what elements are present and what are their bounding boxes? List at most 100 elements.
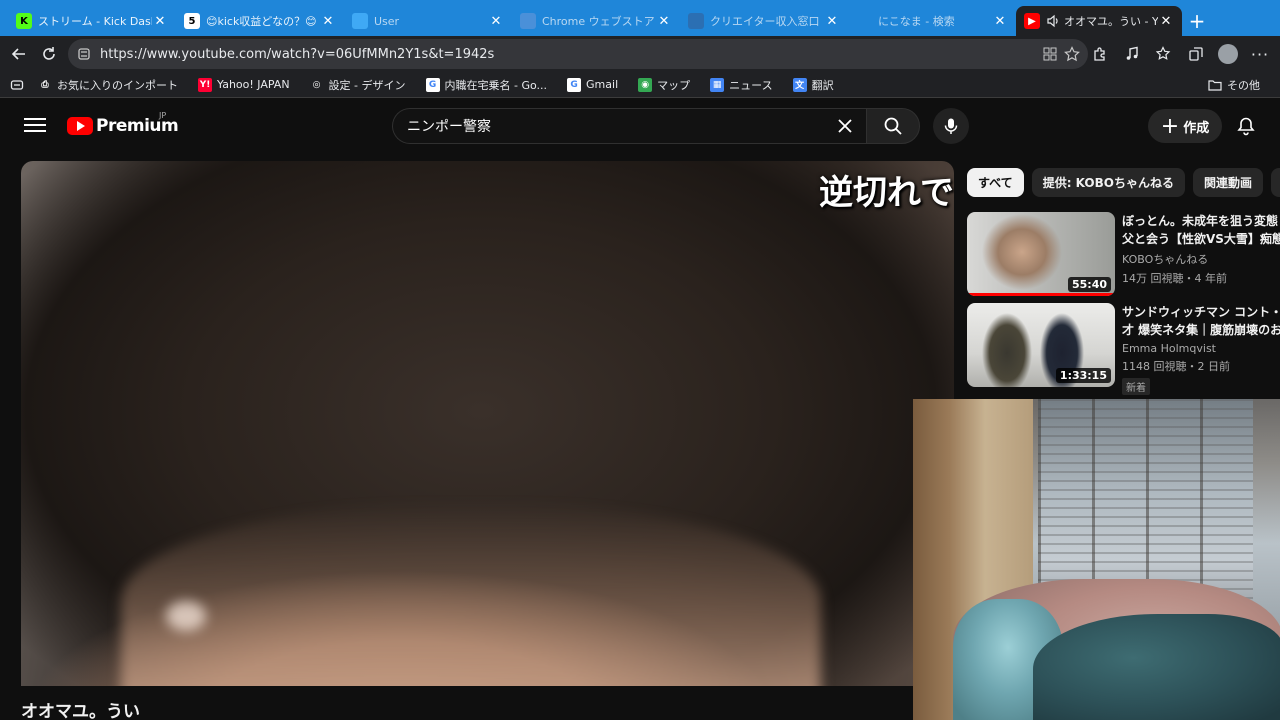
translate-icon: 文 — [792, 77, 807, 92]
favorites-star-list-icon — [1156, 46, 1171, 60]
chip-next-button[interactable] — [1271, 168, 1280, 197]
filter-chip[interactable]: 提供: KOBOちゃんねる — [1031, 168, 1185, 197]
browser-tab[interactable]: ▶ オオマユ。うい - YouTube✕ — [1016, 6, 1182, 36]
navigation-bar: https://www.youtube.com/watch?v=06UfMMn2… — [0, 36, 1280, 72]
new-badge: 新着 — [1122, 378, 1150, 395]
video-title-line[interactable]: ぼっとん。未成年を狙う変態 — [1122, 212, 1280, 230]
recommended-video[interactable]: 55:40 ぼっとん。未成年を狙う変態 父と会う【性欲VS大雪】痴態 KOBOちゃんね… — [967, 212, 1280, 296]
video-caption-overlay: 逆切れで — [819, 173, 954, 213]
youtube-play-icon — [67, 117, 93, 135]
video-title-line[interactable]: 才 爆笑ネタ集｜腹筋崩壊のお — [1122, 321, 1280, 339]
search-input[interactable]: ニンポー警察 — [407, 116, 491, 136]
browser-tab[interactable]: K ストリーム - Kick Dashboard✕ — [8, 6, 176, 36]
puzzle-icon — [1094, 47, 1105, 61]
new-tab-button[interactable]: + — [1182, 6, 1212, 36]
tab-favicon-icon: ▶ — [1024, 13, 1040, 29]
recommended-video[interactable]: 1:33:15 サンドウィッチマン コント・漫才 爆笑ネタ集｜腹筋崩壊のお Emma… — [967, 303, 1280, 395]
search-box[interactable]: ニンポー警察 — [392, 108, 866, 144]
speaker-icon[interactable] — [1046, 14, 1060, 28]
favorites-button[interactable] — [1150, 39, 1178, 69]
notifications-button[interactable] — [1232, 112, 1260, 140]
create-button[interactable]: + 作成 — [1148, 109, 1222, 143]
bookmark-item[interactable]: 文翻訳 — [792, 77, 834, 93]
browser-tab[interactable]: Chrome ウェブストア - 拡張✕ — [512, 6, 680, 36]
channel-name[interactable]: Emma Holmqvist — [1122, 342, 1280, 355]
search-button[interactable] — [866, 108, 920, 144]
favorite-star-icon[interactable] — [1064, 46, 1080, 62]
bookmark-item[interactable]: ⎙ お気に入りのインポート — [38, 77, 178, 93]
browser-tab[interactable]: にこなま - 検索 ✕ — [848, 6, 1016, 36]
app-available-icon[interactable] — [1042, 46, 1058, 62]
bookmark-label: ニュース — [729, 78, 773, 92]
tab-title: ストリーム - Kick Dashboard — [38, 15, 152, 28]
bookmark-item[interactable]: Y! Yahoo! JAPAN — [198, 77, 290, 92]
site-info-icon[interactable] — [76, 46, 92, 62]
bell-icon — [1237, 117, 1255, 136]
reload-button[interactable] — [34, 39, 64, 69]
tab-close-icon[interactable]: ✕ — [824, 14, 840, 29]
media-control-button[interactable] — [1118, 39, 1146, 69]
google-icon: G — [567, 77, 582, 92]
tab-strip: Kストリーム - Kick Dashboard✕5😊kick収益どなの？😊 An… — [0, 0, 1280, 36]
tab-close-icon[interactable]: ✕ — [656, 14, 672, 29]
watch-progress-bar — [967, 293, 1115, 296]
tab-favicon-icon — [352, 13, 368, 29]
video-thumbnail[interactable]: 1:33:15 — [967, 303, 1115, 387]
video-player[interactable]: 逆切れで — [21, 161, 954, 686]
guide-menu-button[interactable] — [22, 114, 48, 138]
bookmark-item[interactable]: G 内職在宅乗名 - Go... — [425, 77, 547, 93]
extensions-button[interactable] — [1086, 39, 1114, 69]
settings-menu-button[interactable]: ··· — [1246, 39, 1274, 69]
tab-actions-button[interactable] — [10, 78, 24, 92]
video-meta: サンドウィッチマン コント・漫才 爆笑ネタ集｜腹筋崩壊のお Emma Holmqv… — [1122, 303, 1280, 395]
bookmark-label: お気に入りのインポート — [57, 78, 178, 92]
browser-tab[interactable]: クリエイター収入窓口 ✕ — [680, 6, 848, 36]
bookmark-item[interactable]: G Gmail — [567, 77, 618, 92]
browser-tab[interactable]: 5 😊kick収益どなの？😊 An✕ — [176, 6, 344, 36]
tab-close-icon[interactable]: ✕ — [1158, 14, 1174, 29]
filter-chip[interactable]: 関連動画 — [1192, 168, 1263, 197]
address-url[interactable]: https://www.youtube.com/watch?v=06UfMMn2… — [100, 47, 494, 62]
music-note-icon — [1126, 46, 1138, 60]
profile-button[interactable] — [1214, 39, 1242, 69]
bookmark-label: 設定 - デザイン — [328, 78, 406, 92]
tab-title: にこなま - 検索 — [878, 15, 955, 28]
back-button[interactable] — [4, 39, 34, 69]
search-icon — [884, 117, 902, 135]
tab-close-icon[interactable]: ✕ — [320, 14, 336, 29]
browser-tab[interactable]: User ✕ — [344, 6, 512, 36]
plus-icon: + — [1160, 113, 1180, 139]
video-title: オオマユ。うい — [21, 702, 140, 720]
video-thumbnail[interactable]: 55:40 — [967, 212, 1115, 296]
tab-actions-icon — [10, 79, 24, 90]
collections-button[interactable] — [1182, 39, 1210, 69]
close-icon — [838, 119, 852, 133]
channel-name[interactable]: KOBOちゃんねる — [1122, 251, 1280, 267]
video-title-line[interactable]: サンドウィッチマン コント・漫 — [1122, 303, 1280, 321]
hamburger-icon — [24, 118, 46, 120]
tab-close-icon[interactable]: ✕ — [152, 14, 168, 29]
clear-search-button[interactable] — [832, 113, 858, 139]
bookmark-item[interactable]: ◉ マップ — [638, 77, 690, 93]
other-bookmarks-label: その他 — [1227, 79, 1260, 92]
tab-title: オオマユ。うい - YouTube — [1064, 15, 1158, 28]
bookmarks-bar: ⎙ お気に入りのインポート Y! Yahoo! JAPAN ◎ 設定 - デザイン G 内職在… — [0, 72, 1280, 98]
tab-close-icon[interactable]: ✕ — [992, 14, 1008, 29]
browser-window: Kストリーム - Kick Dashboard✕5😊kick収益どなの？😊 An… — [0, 0, 1280, 720]
other-bookmarks-folder[interactable]: その他 — [1208, 72, 1260, 98]
bookmark-item[interactable]: ▦ ニュース — [710, 77, 773, 93]
tab-favicon-icon: K — [16, 13, 32, 29]
yahoo-icon: Y! — [198, 77, 212, 92]
filter-chip[interactable]: すべて — [967, 168, 1024, 197]
bookmark-item[interactable]: ◎ 設定 - デザイン — [310, 77, 406, 93]
address-bar[interactable]: https://www.youtube.com/watch?v=06UfMMn2… — [68, 39, 1088, 69]
reload-icon — [43, 47, 55, 60]
video-title-line[interactable]: 父と会う【性欲VS大雪】痴態 — [1122, 230, 1280, 248]
tab-favicon-icon — [520, 13, 536, 29]
back-arrow-icon — [11, 48, 25, 60]
video-stats: 1148 回視聴・2 日前 — [1122, 360, 1230, 373]
youtube-logo[interactable]: Premium JP — [67, 111, 179, 137]
voice-search-button[interactable] — [933, 108, 969, 144]
tab-close-icon[interactable]: ✕ — [488, 14, 504, 29]
toolbar-actions: ··· — [1086, 36, 1280, 72]
